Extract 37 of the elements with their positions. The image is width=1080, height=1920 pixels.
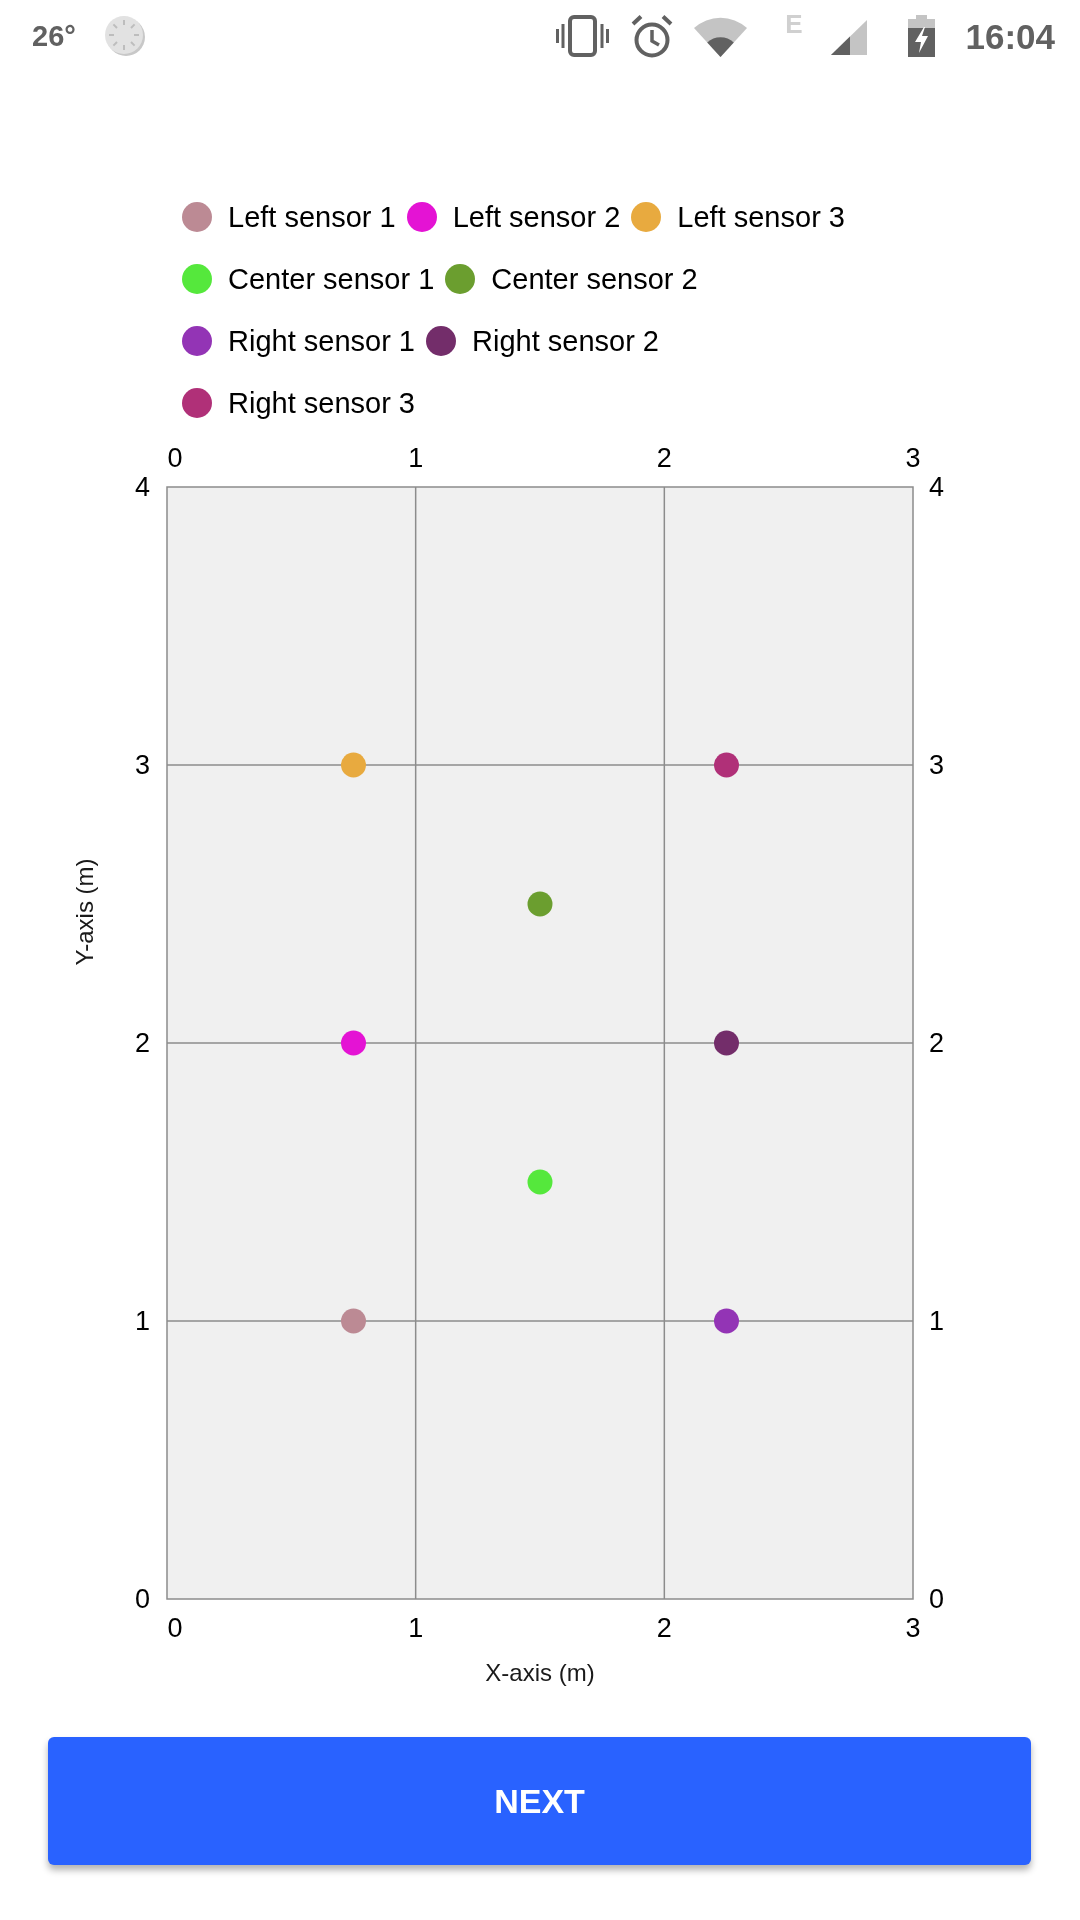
legend-label: Left sensor 1 xyxy=(228,202,396,232)
wifi-icon xyxy=(694,15,748,57)
legend-label: Right sensor 1 xyxy=(228,326,415,356)
alarm-clock-icon xyxy=(631,14,674,58)
axis-tick-label: 3 xyxy=(905,443,921,473)
axis-tick-label: 2 xyxy=(656,443,672,473)
axis-tick-label: 1 xyxy=(408,443,424,473)
axis-tick-label: 0 xyxy=(929,1584,945,1614)
sun-icon xyxy=(103,15,146,57)
axis-tick-label: 2 xyxy=(656,1613,672,1643)
clock-time: 16:04 xyxy=(965,18,1055,54)
axis-tick-label: 2 xyxy=(929,1028,945,1058)
axis-tick-label: 1 xyxy=(408,1613,424,1643)
axis-tick-label: 0 xyxy=(167,443,183,473)
axis-tick-label: 1 xyxy=(134,1306,150,1336)
axis-tick-label: 3 xyxy=(929,750,945,780)
axis-tick-label: 0 xyxy=(134,1584,150,1614)
axis-tick-label: 2 xyxy=(134,1028,150,1058)
signal-icon xyxy=(831,19,868,55)
legend-label: Right sensor 2 xyxy=(472,326,659,356)
axis-tick-label: 3 xyxy=(134,750,150,780)
legend-label: Left sensor 2 xyxy=(452,202,621,232)
temperature-text: 26° xyxy=(32,21,76,51)
axis-tick-label: 1 xyxy=(929,1306,945,1336)
next-button[interactable]: NEXT xyxy=(48,1737,1031,1865)
axis-tick-label: 4 xyxy=(929,472,945,502)
vibrate-icon xyxy=(556,15,610,57)
legend-label: Left sensor 3 xyxy=(677,202,845,232)
axis-tick-label: 3 xyxy=(905,1613,921,1643)
legend-label: Center sensor 1 xyxy=(228,264,435,294)
axis-tick-label: 0 xyxy=(167,1613,183,1643)
battery-charging-icon xyxy=(908,15,936,57)
y-axis-title: Y-axis (m) xyxy=(70,858,98,966)
x-axis-title: X-axis (m) xyxy=(485,1658,595,1686)
legend-label: Right sensor 3 xyxy=(228,388,415,418)
legend-label: Center sensor 2 xyxy=(491,264,698,294)
axis-tick-label: 4 xyxy=(134,472,150,502)
